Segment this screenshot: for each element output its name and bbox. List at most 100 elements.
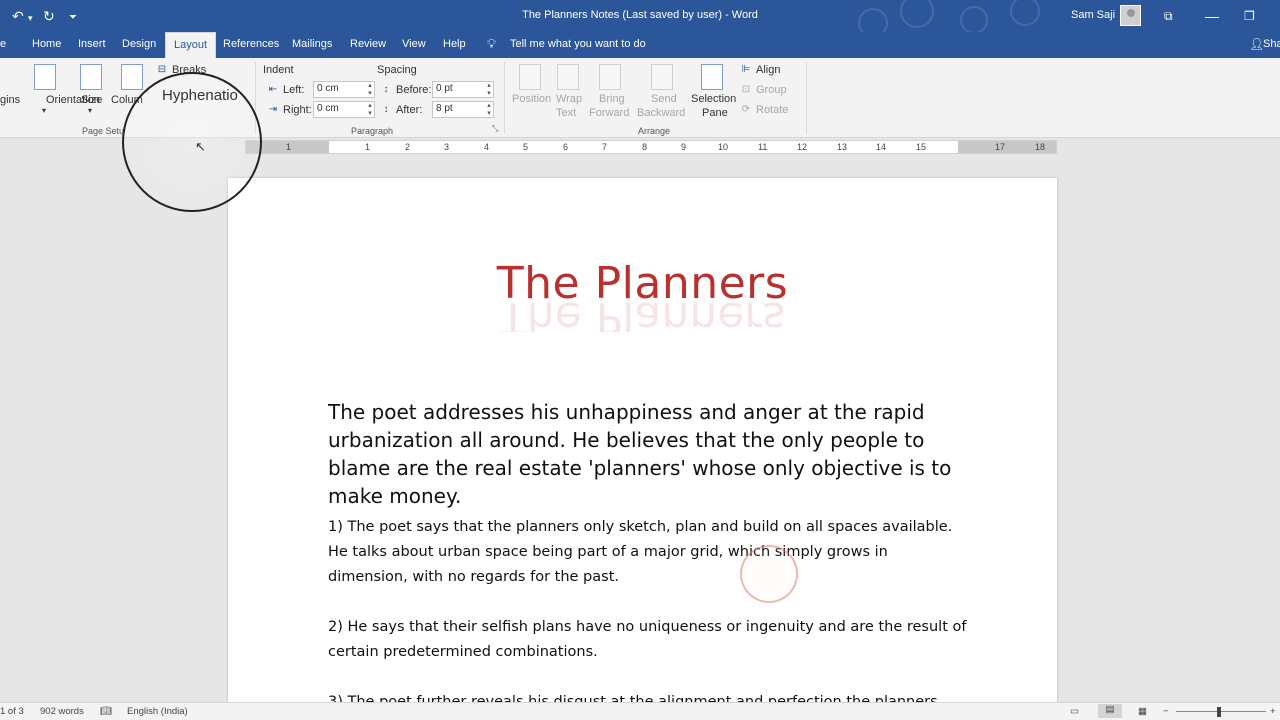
send-backward-icon[interactable] bbox=[651, 64, 673, 90]
size-button[interactable]: Size bbox=[81, 94, 102, 106]
tab-view[interactable]: View bbox=[402, 38, 426, 50]
paragraph-group-label: Paragraph bbox=[351, 126, 394, 136]
zoom-slider[interactable] bbox=[1176, 711, 1266, 712]
size-icon[interactable] bbox=[80, 64, 102, 90]
zoom-out-icon[interactable]: − bbox=[1163, 706, 1169, 717]
point-paragraph[interactable]: 2) He says that their selfish plans have… bbox=[328, 615, 968, 665]
share-icon[interactable]: 👤︎ bbox=[1249, 37, 1264, 51]
indent-heading: Indent bbox=[263, 64, 294, 76]
web-layout-icon[interactable]: ▦ bbox=[1138, 706, 1147, 717]
bring-forward-icon[interactable] bbox=[599, 64, 621, 90]
word-count[interactable]: 902 words bbox=[40, 706, 84, 717]
ruler-number: 12 bbox=[797, 142, 808, 152]
position-button[interactable]: Position bbox=[512, 93, 551, 105]
group-button[interactable]: Group bbox=[756, 84, 787, 96]
ruler-number: 18 bbox=[1035, 142, 1046, 152]
group-divider bbox=[806, 62, 807, 134]
wrap-text-button-line2[interactable]: Text bbox=[556, 107, 576, 119]
horizontal-ruler[interactable]: 1 1 2 3 4 5 6 7 8 9 10 11 12 13 14 15 17… bbox=[245, 140, 1057, 154]
minimize-icon[interactable]: — bbox=[1205, 8, 1219, 24]
tab-file[interactable]: e bbox=[0, 38, 6, 50]
wrap-text-button[interactable]: Wrap bbox=[556, 93, 582, 105]
ruler-number: 15 bbox=[916, 142, 927, 152]
margins-button[interactable]: gins bbox=[0, 94, 20, 106]
tab-home[interactable]: Home bbox=[32, 38, 61, 50]
bring-forward-button-line2[interactable]: Forward bbox=[589, 107, 629, 119]
title-bar: ↶ ▾ ↻ ⏷ The Planners Notes (Last saved b… bbox=[0, 0, 1280, 38]
restore-icon[interactable]: ❐ bbox=[1244, 8, 1255, 24]
language-indicator[interactable]: English (India) bbox=[127, 706, 188, 717]
user-name[interactable]: Sam Saji bbox=[1071, 9, 1115, 21]
print-layout-icon[interactable]: ▤ bbox=[1098, 704, 1122, 718]
group-divider bbox=[504, 62, 505, 134]
size-dropdown-icon[interactable]: ▾ bbox=[88, 106, 92, 115]
ribbon-tabs: e Home Insert Design Layout References M… bbox=[0, 32, 1280, 58]
decoration-circle bbox=[900, 0, 934, 28]
hyphenation-button[interactable]: Hyphenatio bbox=[162, 87, 238, 104]
spacing-before-label: Before: bbox=[396, 84, 432, 96]
page-setup-group-label: Page Setu bbox=[82, 126, 125, 136]
selection-pane-icon[interactable] bbox=[701, 64, 723, 90]
share-button[interactable]: Sha bbox=[1263, 38, 1280, 50]
send-backward-button[interactable]: Send bbox=[651, 93, 677, 105]
tab-mailings[interactable]: Mailings bbox=[292, 38, 332, 50]
spacing-before-input[interactable]: 0 pt bbox=[432, 81, 494, 98]
spacing-after-input[interactable]: 8 pt bbox=[432, 101, 494, 118]
ruler-number: 14 bbox=[876, 142, 887, 152]
document-page[interactable]: The Planners The Planners The poet addre… bbox=[228, 178, 1057, 702]
tab-references[interactable]: References bbox=[223, 38, 279, 50]
columns-icon[interactable] bbox=[121, 64, 143, 90]
align-icon[interactable]: ⊫ bbox=[740, 64, 752, 76]
ruler-number: 17 bbox=[995, 142, 1006, 152]
status-bar: 1 of 3 902 words 📖︎ English (India) ▭ ▤ … bbox=[0, 702, 1280, 720]
bring-forward-button[interactable]: Bring bbox=[599, 93, 625, 105]
ruler-number: 7 bbox=[602, 142, 608, 152]
spacing-after-label: After: bbox=[396, 104, 423, 116]
orientation-icon[interactable] bbox=[34, 64, 56, 90]
tell-me-search[interactable]: Tell me what you want to do bbox=[510, 38, 646, 50]
avatar[interactable] bbox=[1120, 5, 1141, 26]
ruler-number: 1 bbox=[286, 142, 292, 152]
selection-pane-button-line2[interactable]: Pane bbox=[702, 107, 728, 119]
tab-review[interactable]: Review bbox=[350, 38, 386, 50]
indent-left-input[interactable]: 0 cm bbox=[313, 81, 375, 98]
decoration-circle bbox=[960, 6, 988, 34]
page-count[interactable]: 1 of 3 bbox=[0, 706, 24, 717]
ruler-number: 1 bbox=[365, 142, 371, 152]
proofing-icon[interactable]: 📖︎ bbox=[100, 706, 112, 717]
selection-pane-button[interactable]: Selection bbox=[691, 93, 736, 105]
indent-left-label: Left: bbox=[283, 84, 305, 96]
paragraph-launcher-icon[interactable]: ⤡ bbox=[492, 124, 498, 134]
lead-paragraph[interactable]: The poet addresses his unhappiness and a… bbox=[328, 398, 968, 510]
tab-insert[interactable]: Insert bbox=[78, 38, 106, 50]
group-icon[interactable]: ⊡ bbox=[740, 84, 752, 96]
zoom-in-icon[interactable]: + bbox=[1270, 706, 1276, 717]
breaks-icon[interactable]: ⊟ bbox=[156, 64, 168, 76]
arrange-group-label: Arrange bbox=[638, 126, 671, 136]
tab-help[interactable]: Help bbox=[443, 38, 466, 50]
ruler-number: 5 bbox=[523, 142, 529, 152]
wrap-text-icon[interactable] bbox=[557, 64, 579, 90]
ruler-number: 2 bbox=[405, 142, 411, 152]
zoom-slider-thumb[interactable] bbox=[1217, 707, 1221, 717]
ruler-number: 9 bbox=[681, 142, 687, 152]
ruler-number: 11 bbox=[758, 142, 768, 152]
document-workspace: 1 1 2 3 4 5 6 7 8 9 10 11 12 13 14 15 17… bbox=[0, 138, 1280, 702]
tab-layout[interactable]: Layout bbox=[165, 32, 217, 58]
point-paragraph[interactable]: 1) The poet says that the planners only … bbox=[328, 515, 968, 590]
ribbon-display-icon[interactable]: ⧉ bbox=[1164, 8, 1173, 24]
ruler-number: 8 bbox=[642, 142, 648, 152]
indent-right-label: Right: bbox=[283, 104, 312, 116]
indent-right-input[interactable]: 0 cm bbox=[313, 101, 375, 118]
rotate-button[interactable]: Rotate bbox=[756, 104, 788, 116]
rotate-icon[interactable]: ⟳ bbox=[740, 104, 752, 116]
align-button[interactable]: Align bbox=[756, 64, 780, 76]
position-icon[interactable] bbox=[519, 64, 541, 90]
ruler-number: 10 bbox=[718, 142, 729, 152]
ruler-number: 13 bbox=[837, 142, 848, 152]
read-mode-icon[interactable]: ▭ bbox=[1070, 706, 1079, 717]
point-paragraph[interactable]: 3) The poet further reveals his disgust … bbox=[328, 690, 968, 702]
send-backward-button-line2[interactable]: Backward bbox=[637, 107, 685, 119]
tab-design[interactable]: Design bbox=[122, 38, 156, 50]
orientation-dropdown-icon[interactable]: ▾ bbox=[42, 106, 46, 115]
